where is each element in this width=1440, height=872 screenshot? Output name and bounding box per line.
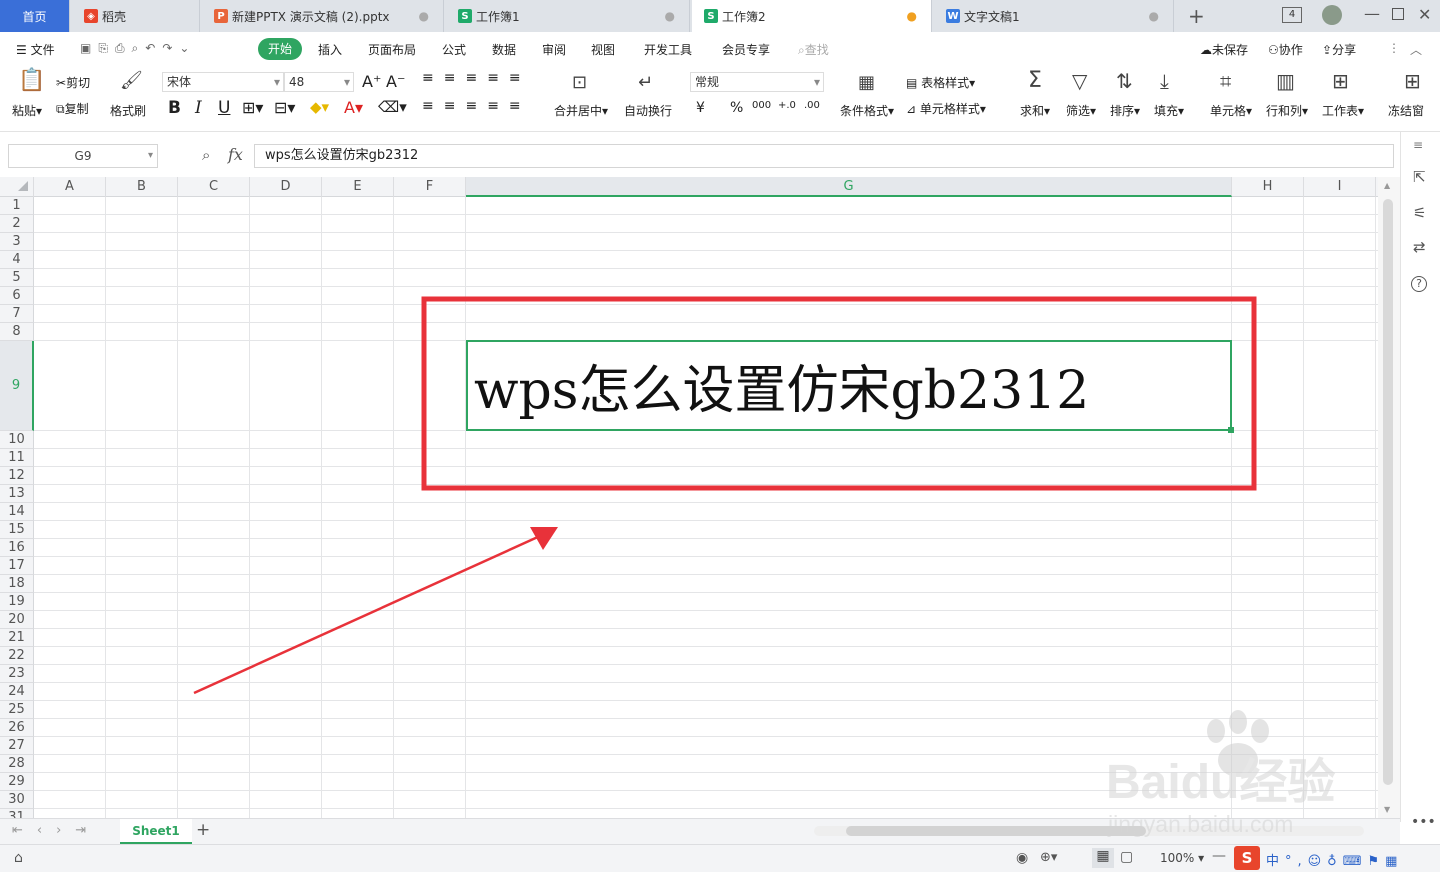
- watermark-url: jingyan.baidu.com: [1107, 811, 1293, 837]
- watermark-brand: Baidu经验: [1106, 756, 1335, 809]
- baidu-watermark: Baidu经验 jingyan.baidu.com: [1106, 710, 1335, 837]
- red-highlight-box: [421, 296, 1257, 491]
- red-arrow-line: [193, 534, 541, 695]
- annotation-overlay: Baidu经验 jingyan.baidu.com: [193, 296, 1335, 837]
